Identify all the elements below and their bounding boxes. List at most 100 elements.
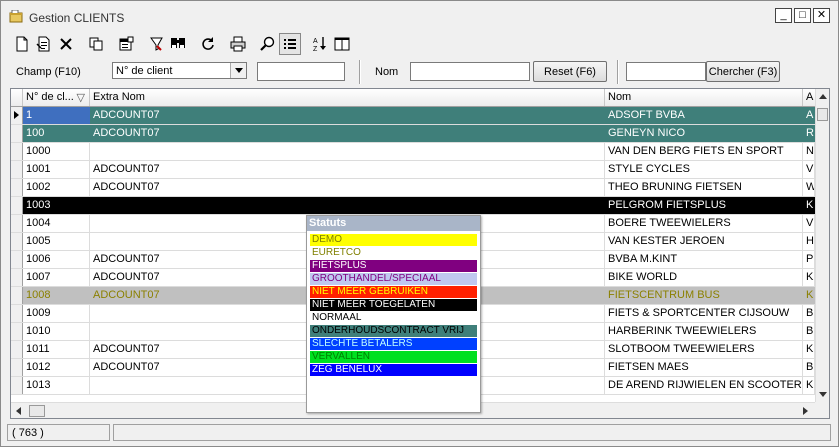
new-document-icon[interactable]: [11, 33, 33, 55]
cell-a[interactable]: H: [803, 233, 815, 250]
edit-document-icon[interactable]: [33, 33, 55, 55]
vertical-scroll-thumb[interactable]: [817, 108, 828, 121]
cell-extra-nom[interactable]: [90, 143, 605, 160]
cell-nom[interactable]: BIKE WORLD: [605, 269, 803, 286]
cell-extra-nom[interactable]: ADCOUNT07: [90, 107, 605, 124]
cell-client-number[interactable]: 1000: [23, 143, 90, 160]
cell-a[interactable]: K: [803, 341, 815, 358]
statut-item[interactable]: NORMAAL: [310, 312, 477, 324]
row-indicator[interactable]: [11, 107, 23, 124]
cell-a[interactable]: V: [803, 215, 815, 232]
row-indicator[interactable]: [11, 359, 23, 376]
cell-extra-nom[interactable]: [90, 197, 605, 214]
delete-icon[interactable]: [55, 33, 77, 55]
statut-item[interactable]: VERVALLEN: [310, 351, 477, 363]
row-indicator[interactable]: [11, 179, 23, 196]
chercher-button[interactable]: Chercher (F3): [706, 61, 780, 82]
row-indicator[interactable]: [11, 233, 23, 250]
header-nom[interactable]: Nom: [605, 89, 803, 106]
row-indicator[interactable]: [11, 125, 23, 142]
table-row[interactable]: 1000 VAN DEN BERG FIETS EN SPORT N: [11, 143, 815, 161]
cell-nom[interactable]: BOERE TWEEWIELERS: [605, 215, 803, 232]
statut-item[interactable]: NIET MEER GEBRUIKEN: [310, 286, 477, 298]
header-extra-nom[interactable]: Extra Nom: [90, 89, 605, 106]
row-indicator[interactable]: [11, 197, 23, 214]
row-indicator[interactable]: [11, 161, 23, 178]
copy-icon[interactable]: [85, 33, 107, 55]
sort-icon[interactable]: AZ: [309, 33, 331, 55]
table-row[interactable]: 1002ADCOUNT07THEO BRUNING FIETSENW: [11, 179, 815, 197]
cell-client-number[interactable]: 1003: [23, 197, 90, 214]
cell-a[interactable]: W: [803, 179, 815, 196]
statut-item[interactable]: EURETCO: [310, 247, 477, 259]
cell-a[interactable]: N: [803, 143, 815, 160]
cell-a[interactable]: B: [803, 323, 815, 340]
cell-a[interactable]: K: [803, 197, 815, 214]
cell-client-number[interactable]: 100: [23, 125, 90, 142]
chercher-input[interactable]: [626, 62, 706, 81]
row-indicator[interactable]: [11, 377, 23, 394]
row-indicator[interactable]: [11, 215, 23, 232]
cell-a[interactable]: B: [803, 359, 815, 376]
header-num[interactable]: N° de cl... ▽: [23, 89, 90, 106]
cell-nom[interactable]: THEO BRUNING FIETSEN: [605, 179, 803, 196]
cell-nom[interactable]: PELGROM FIETSPLUS: [605, 197, 803, 214]
properties-icon[interactable]: [115, 33, 137, 55]
cell-client-number[interactable]: 1004: [23, 215, 90, 232]
cell-client-number[interactable]: 1: [23, 107, 90, 124]
table-row[interactable]: 1 ADCOUNT07 ADSOFT BVBA A: [11, 107, 815, 125]
reset-button[interactable]: Reset (F6): [533, 61, 607, 82]
cell-a[interactable]: P: [803, 251, 815, 268]
cell-nom[interactable]: DE AREND RIJWIELEN EN SCOOTER: [605, 377, 803, 394]
nom-input[interactable]: [410, 62, 530, 81]
table-row[interactable]: 100 ADCOUNT07 GENEYN NICO R: [11, 125, 815, 143]
row-indicator[interactable]: [11, 143, 23, 160]
table-row[interactable]: 1001 ADCOUNT07 STYLE CYCLES V: [11, 161, 815, 179]
cell-extra-nom[interactable]: ADCOUNT07: [90, 161, 605, 178]
cell-client-number[interactable]: 1013: [23, 377, 90, 394]
print-icon[interactable]: [227, 33, 249, 55]
statut-item[interactable]: DEMO: [310, 234, 477, 246]
cell-nom[interactable]: STYLE CYCLES: [605, 161, 803, 178]
cell-a[interactable]: R: [803, 125, 815, 142]
statut-item[interactable]: SLECHTE BETALERS: [310, 338, 477, 350]
cell-extra-nom[interactable]: ADCOUNT07: [90, 179, 605, 196]
cell-a[interactable]: A: [803, 107, 815, 124]
statut-item[interactable]: GROOTHANDEL/SPECIAAL: [310, 273, 477, 285]
statut-item[interactable]: ONDERHOUDSCONTRACT VRIJ: [310, 325, 477, 337]
cell-a[interactable]: V: [803, 161, 815, 178]
horizontal-scroll-thumb[interactable]: [29, 405, 45, 417]
cell-a[interactable]: K: [803, 377, 815, 394]
scroll-left-icon[interactable]: [16, 407, 21, 415]
cell-nom[interactable]: SLOTBOOM TWEEWIELERS: [605, 341, 803, 358]
cell-client-number[interactable]: 1009: [23, 305, 90, 322]
cell-nom[interactable]: FIETSEN MAES: [605, 359, 803, 376]
champ-select[interactable]: N° de client: [112, 62, 247, 79]
cell-client-number[interactable]: 1012: [23, 359, 90, 376]
close-button[interactable]: ✕: [813, 8, 830, 23]
statut-item[interactable]: NIET MEER TOEGELATEN: [310, 299, 477, 311]
find-icon[interactable]: [167, 33, 189, 55]
cell-client-number[interactable]: 1001: [23, 161, 90, 178]
cell-client-number[interactable]: 1002: [23, 179, 90, 196]
maximize-button[interactable]: □: [794, 8, 811, 23]
cell-client-number[interactable]: 1005: [23, 233, 90, 250]
scroll-down-icon[interactable]: [819, 392, 827, 397]
cell-extra-nom[interactable]: ADCOUNT07: [90, 125, 605, 142]
scroll-right-icon[interactable]: [803, 407, 808, 415]
cell-nom[interactable]: GENEYN NICO: [605, 125, 803, 142]
cell-a[interactable]: K: [803, 269, 815, 286]
cell-nom[interactable]: HARBERINK TWEEWIELERS: [605, 323, 803, 340]
cell-nom[interactable]: BVBA M.KINT: [605, 251, 803, 268]
row-indicator[interactable]: [11, 269, 23, 286]
statut-item[interactable]: ZEG BENELUX: [310, 364, 477, 376]
row-indicator[interactable]: [11, 323, 23, 340]
cell-nom[interactable]: ADSOFT BVBA: [605, 107, 803, 124]
chevron-down-icon[interactable]: [230, 63, 246, 78]
cell-client-number[interactable]: 1010: [23, 323, 90, 340]
row-indicator[interactable]: [11, 287, 23, 304]
cell-client-number[interactable]: 1006: [23, 251, 90, 268]
row-indicator[interactable]: [11, 305, 23, 322]
row-indicator[interactable]: [11, 251, 23, 268]
statut-item[interactable]: FIETSPLUS: [310, 260, 477, 272]
